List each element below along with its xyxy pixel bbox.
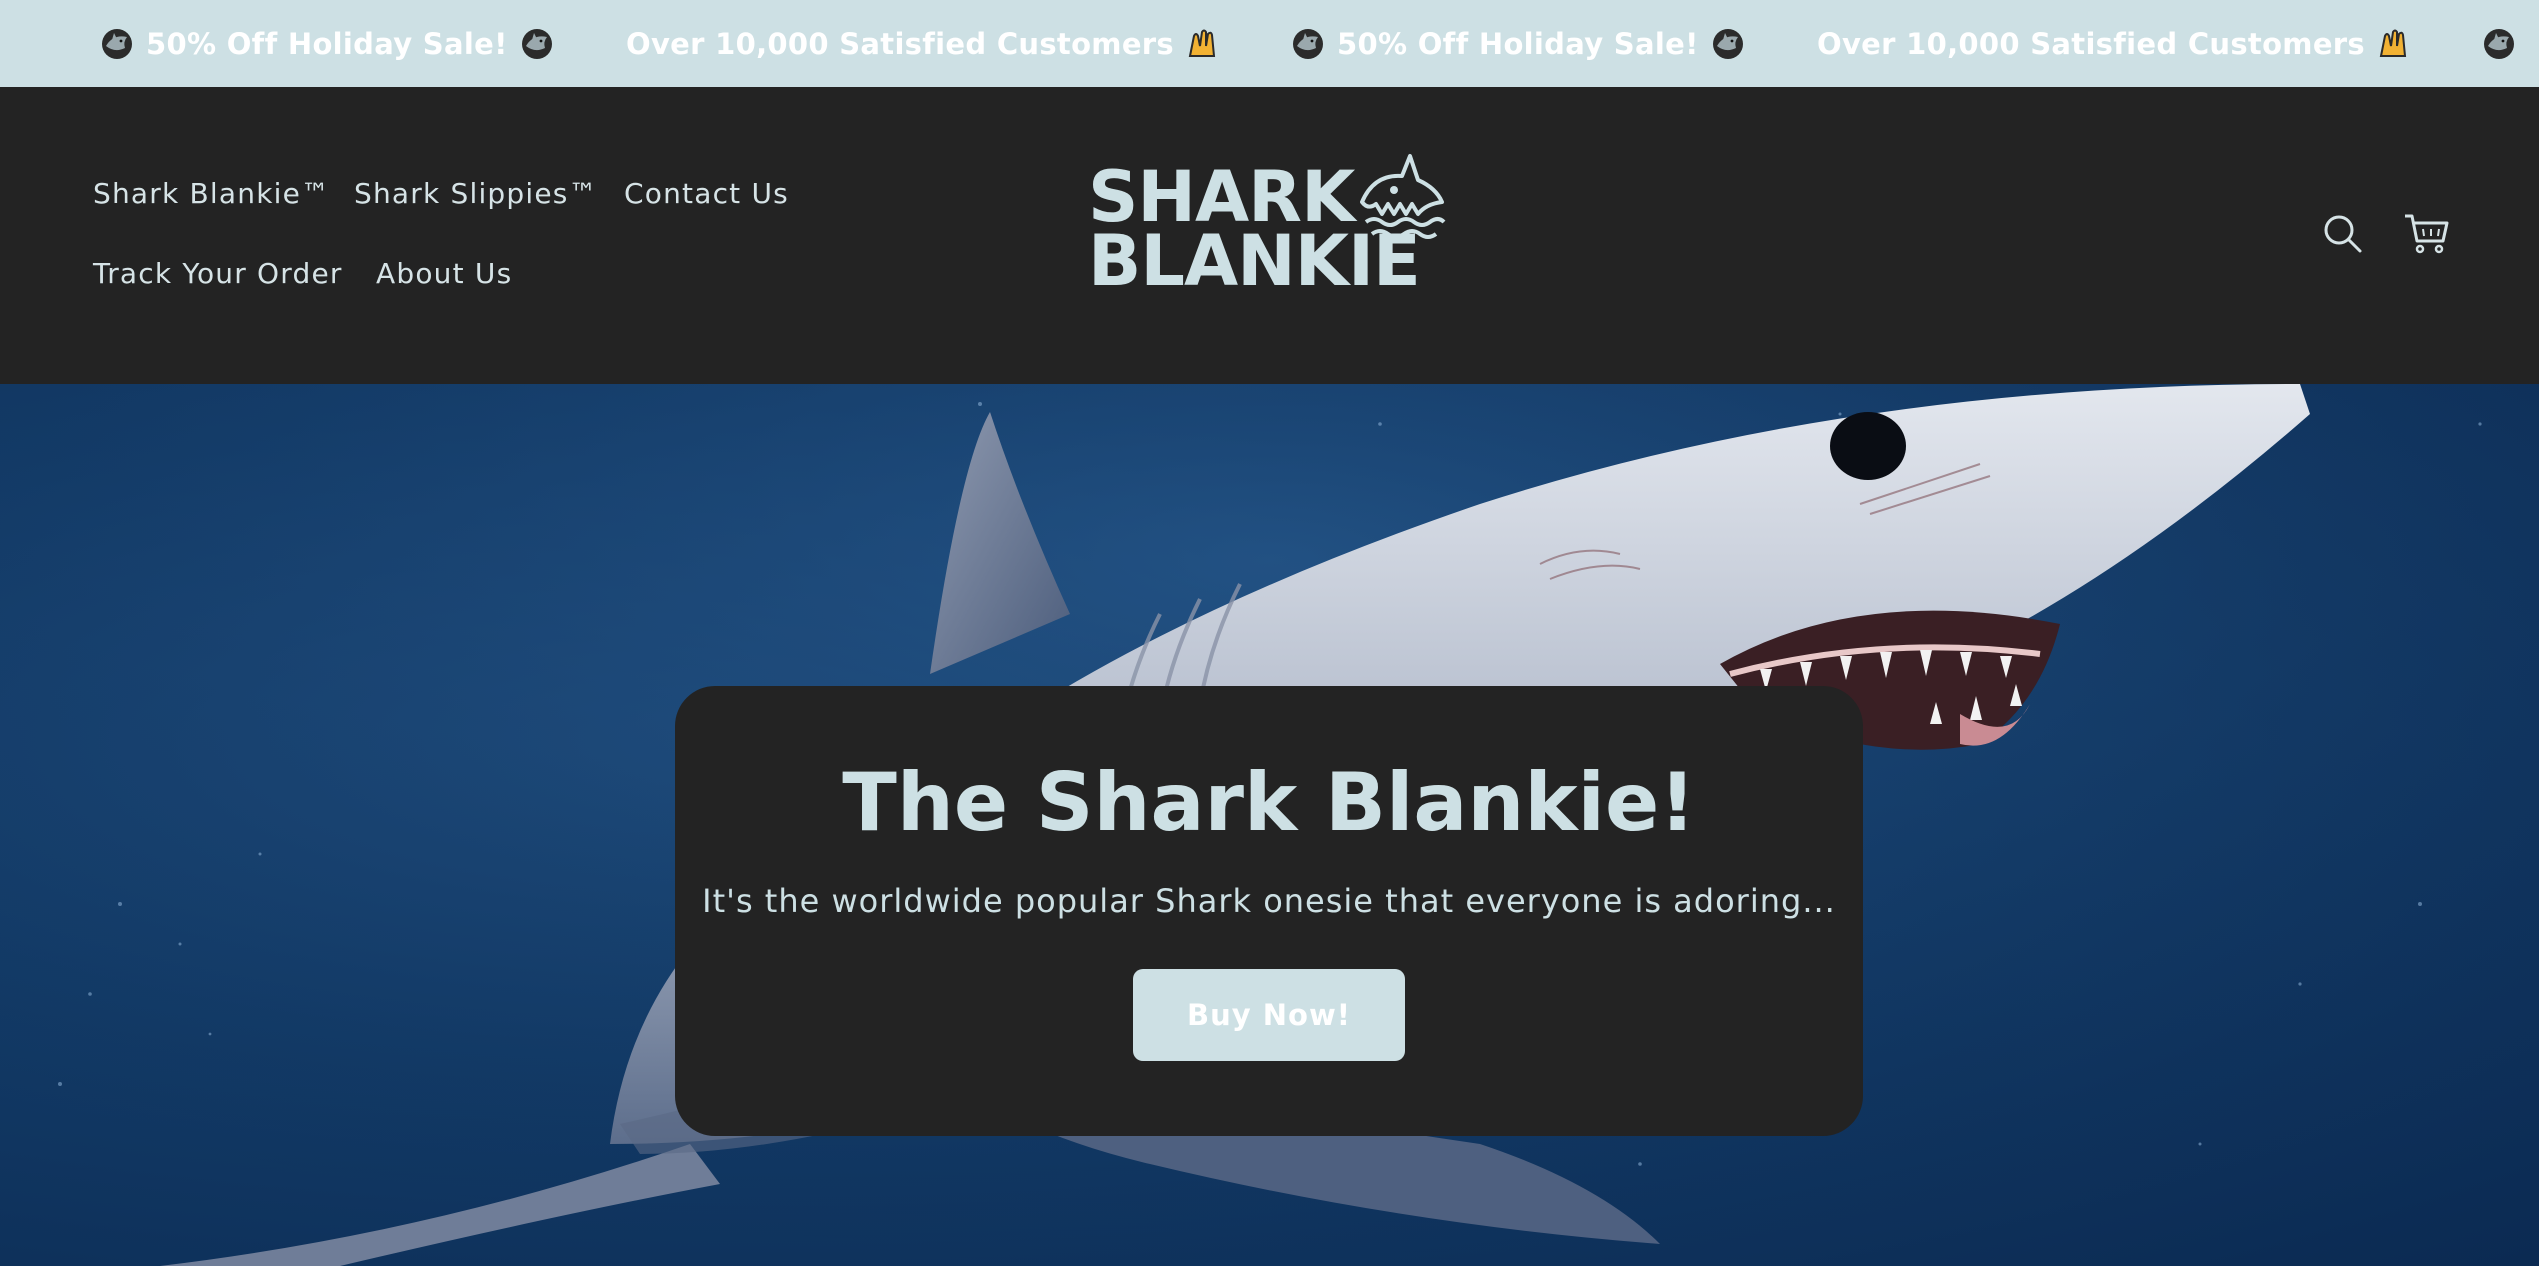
shark-emoji-icon: [98, 25, 136, 63]
announcement-text: 50% Off Holiday Sale!: [1337, 26, 1699, 61]
buy-now-button[interactable]: Buy Now!: [1133, 969, 1405, 1061]
announcement-item-partial: [2480, 0, 2518, 87]
announcement-item: Over 10,000 Satisfied Customers: [1817, 0, 2413, 87]
announcement-item: Over 10,000 Satisfied Customers: [626, 0, 1222, 87]
announcement-item: 50% Off Holiday Sale!: [98, 0, 556, 87]
raising-hands-emoji-icon: [2375, 25, 2413, 63]
logo-shark-icon: [1360, 154, 1446, 239]
announcement-text: Over 10,000 Satisfied Customers: [1817, 26, 2365, 61]
nav-about-us[interactable]: About Us: [376, 257, 512, 290]
search-icon[interactable]: [2322, 213, 2364, 255]
announcement-text: Over 10,000 Satisfied Customers: [626, 26, 1174, 61]
shark-emoji-icon: [2480, 25, 2518, 63]
announcement-item: 50% Off Holiday Sale!: [1289, 0, 1747, 87]
hero-subtitle: It's the worldwide popular Shark onesie …: [702, 882, 1836, 920]
nav-track-order[interactable]: Track Your Order: [93, 257, 343, 290]
nav-contact-us[interactable]: Contact Us: [624, 177, 789, 210]
shark-emoji-icon: [1709, 25, 1747, 63]
site-logo[interactable]: SHARK BLANKIE: [1088, 154, 1448, 312]
shark-emoji-icon: [518, 25, 556, 63]
shark-emoji-icon: [1289, 25, 1327, 63]
hero-card: The Shark Blankie! It's the worldwide po…: [675, 686, 1863, 1136]
cart-icon[interactable]: [2402, 209, 2450, 257]
nav-shark-blankie[interactable]: Shark Blankie™: [93, 177, 330, 210]
site-header: Shark Blankie™ Shark Slippies™ Contact U…: [0, 87, 2539, 385]
hero-section: The Shark Blankie! It's the worldwide po…: [0, 384, 2539, 1266]
raising-hands-emoji-icon: [1184, 25, 1222, 63]
hero-title: The Shark Blankie!: [842, 756, 1696, 849]
nav-shark-slippies[interactable]: Shark Slippies™: [354, 177, 598, 210]
announcement-bar: 50% Off Holiday Sale! Over 10,000 Satisf…: [0, 0, 2539, 87]
announcement-text: 50% Off Holiday Sale!: [146, 26, 508, 61]
